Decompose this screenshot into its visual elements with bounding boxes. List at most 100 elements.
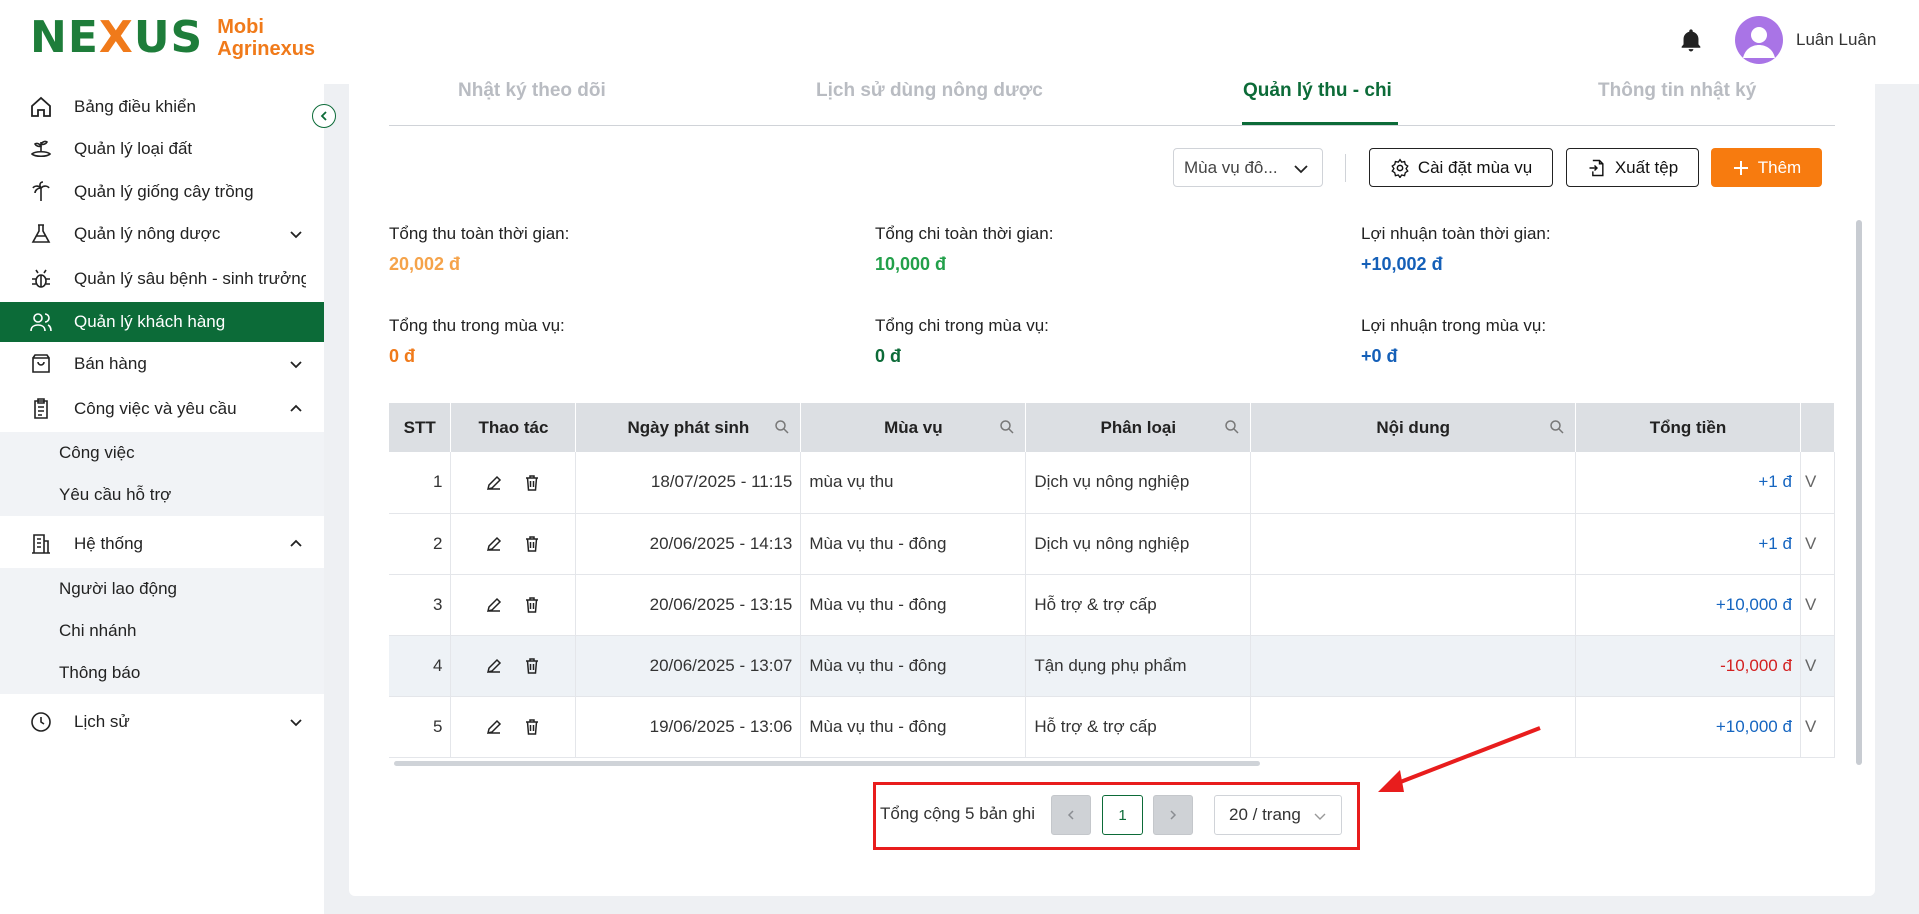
tab-tracking-log[interactable]: Nhật ký theo dõi xyxy=(458,80,606,102)
cell-actions xyxy=(450,696,577,758)
transactions-table: STT Thao tác Ngày phát sinh Mùa vụ Phân … xyxy=(389,403,1835,773)
total-income-all-label: Tổng thu toàn thời gian: xyxy=(389,224,570,243)
cell-date: 20/06/2025 - 13:15 xyxy=(575,574,802,636)
chevron-down-icon xyxy=(290,719,302,727)
cell-stt: 5 xyxy=(389,696,452,758)
edit-icon[interactable] xyxy=(485,718,503,736)
sidebar-item-soil[interactable]: Quản lý loại đất xyxy=(0,129,324,169)
tab-log-info[interactable]: Thông tin nhật ký xyxy=(1598,80,1756,102)
sidebar-item-pests[interactable]: Quản lý sâu bệnh - sinh trưởng xyxy=(0,259,324,299)
annotation-arrow-icon xyxy=(1378,726,1541,792)
sidebar-subitem-workers[interactable]: Người lao động xyxy=(0,568,324,610)
prev-page-button[interactable] xyxy=(1051,795,1091,835)
palm-tree-icon xyxy=(28,179,54,205)
next-page-button[interactable] xyxy=(1153,795,1193,835)
page-size-select[interactable]: 20 / trang xyxy=(1214,795,1342,835)
sidebar-item-crop-varieties[interactable]: Quản lý giống cây trồng xyxy=(0,172,324,212)
search-icon[interactable] xyxy=(1224,419,1240,435)
column-header-overflow xyxy=(1800,403,1835,452)
cell-category: Hỗ trợ & trợ cấp xyxy=(1025,574,1252,636)
cell-season: Mùa vụ thu - đông xyxy=(800,513,1027,575)
export-button[interactable]: Xuất tệp xyxy=(1566,148,1699,187)
users-icon xyxy=(28,309,54,335)
season-select[interactable]: Mùa vụ đô... xyxy=(1173,148,1323,187)
total-income-season-label: Tổng thu trong mùa vụ: xyxy=(389,316,565,335)
plus-icon xyxy=(1733,160,1748,175)
profit-season-label: Lợi nhuận trong mùa vụ: xyxy=(1361,316,1547,335)
trash-icon[interactable] xyxy=(523,657,541,675)
cell-content xyxy=(1250,452,1577,514)
trash-icon[interactable] xyxy=(523,596,541,614)
sidebar-item-sales[interactable]: Bán hàng xyxy=(0,344,324,384)
bell-icon[interactable] xyxy=(1677,26,1705,56)
bug-icon xyxy=(28,266,54,292)
column-header-category[interactable]: Phân loại xyxy=(1025,403,1252,452)
season-settings-button[interactable]: Cài đặt mùa vụ xyxy=(1369,148,1553,187)
file-export-icon xyxy=(1589,159,1604,176)
chevron-left-icon xyxy=(1067,810,1074,820)
logo-mark: NEXUS xyxy=(30,12,204,63)
column-header-total: Tổng tiền xyxy=(1575,403,1801,452)
user-name[interactable]: Luân Luân xyxy=(1796,30,1876,50)
chevron-down-icon xyxy=(290,231,302,239)
column-header-season[interactable]: Mùa vụ xyxy=(800,403,1027,452)
total-expense-season-label: Tổng chi trong mùa vụ: xyxy=(875,316,1049,335)
tab-pesticide-history[interactable]: Lịch sử dùng nông dược xyxy=(816,80,1043,102)
building-icon xyxy=(28,531,54,557)
sidebar-item-history[interactable]: Lịch sử xyxy=(0,702,324,742)
sidebar-item-work-requests[interactable]: Công việc và yêu cầu xyxy=(0,389,324,429)
horizontal-scrollbar[interactable] xyxy=(394,761,1260,766)
collapse-sidebar-button[interactable] xyxy=(312,104,336,128)
cell-date: 20/06/2025 - 13:07 xyxy=(575,635,802,697)
search-icon[interactable] xyxy=(1549,419,1565,435)
cell-stt: 2 xyxy=(389,513,452,575)
sidebar-item-customers[interactable]: Quản lý khách hàng xyxy=(0,302,324,342)
column-header-date[interactable]: Ngày phát sinh xyxy=(575,403,802,452)
brand-logo[interactable]: NEXUS Mobi Agrinexus xyxy=(30,12,315,63)
page-number-button[interactable]: 1 xyxy=(1102,795,1143,835)
trash-icon[interactable] xyxy=(523,474,541,492)
total-expense-season-value: 0 đ xyxy=(875,346,902,366)
column-header-content[interactable]: Nội dung xyxy=(1250,403,1577,452)
column-header-stt: STT xyxy=(389,403,452,452)
sidebar-subitem-tasks[interactable]: Công việc xyxy=(0,432,324,474)
cell-total: +10,000 đ xyxy=(1575,696,1801,758)
sidebar-subitem-notifications[interactable]: Thông báo xyxy=(0,652,324,694)
edit-icon[interactable] xyxy=(485,596,503,614)
tab-bar: Nhật ký theo dõi Lịch sử dùng nông dược … xyxy=(389,76,1835,126)
user-avatar[interactable] xyxy=(1735,16,1783,64)
sidebar-item-dashboard[interactable]: Bảng điều khiển xyxy=(0,87,324,127)
cell-actions xyxy=(450,574,577,636)
tab-income-expense[interactable]: Quản lý thu - chi xyxy=(1243,80,1392,102)
cell-date: 19/06/2025 - 13:06 xyxy=(575,696,802,758)
edit-icon[interactable] xyxy=(485,535,503,553)
flask-icon xyxy=(28,221,54,247)
sidebar-item-pesticides[interactable]: Quản lý nông dược xyxy=(0,214,324,254)
chevron-up-icon xyxy=(290,539,302,547)
total-expense-all-value: 10,000 đ xyxy=(875,254,947,274)
cell-category: Dịch vụ nông nghiệp xyxy=(1025,452,1252,514)
trash-icon[interactable] xyxy=(523,535,541,553)
column-header-actions: Thao tác xyxy=(450,403,577,452)
edit-icon[interactable] xyxy=(485,474,503,492)
cell-total: +1 đ xyxy=(1575,513,1801,575)
cell-stt: 3 xyxy=(389,574,452,636)
search-icon[interactable] xyxy=(999,419,1015,435)
profit-season-value: +0 đ xyxy=(1361,346,1398,366)
home-icon xyxy=(28,94,54,120)
cell-content xyxy=(1250,574,1577,636)
clock-icon xyxy=(28,709,54,735)
sidebar-subitem-support-requests[interactable]: Yêu cầu hỗ trợ xyxy=(0,474,324,516)
edit-icon[interactable] xyxy=(485,657,503,675)
cell-total: -10,000 đ xyxy=(1575,635,1801,697)
pagination-total: Tổng cộng 5 bản ghi xyxy=(880,804,1036,823)
trash-icon[interactable] xyxy=(523,718,541,736)
sidebar-subitem-branches[interactable]: Chi nhánh xyxy=(0,610,324,652)
vertical-scrollbar[interactable] xyxy=(1856,220,1862,765)
table-row: 5 19/06/2025 - 13:06 Mùa vụ thu - đông Hỗ t… xyxy=(389,696,1835,758)
app-header: NEXUS Mobi Agrinexus Luân Luân xyxy=(0,0,1919,84)
table-row: 2 20/06/2025 - 14:13 Mùa vụ thu - đông Dịch… xyxy=(389,513,1835,575)
add-button[interactable]: Thêm xyxy=(1711,148,1822,187)
search-icon[interactable] xyxy=(774,419,790,435)
sidebar-item-system[interactable]: Hệ thống xyxy=(0,524,324,564)
